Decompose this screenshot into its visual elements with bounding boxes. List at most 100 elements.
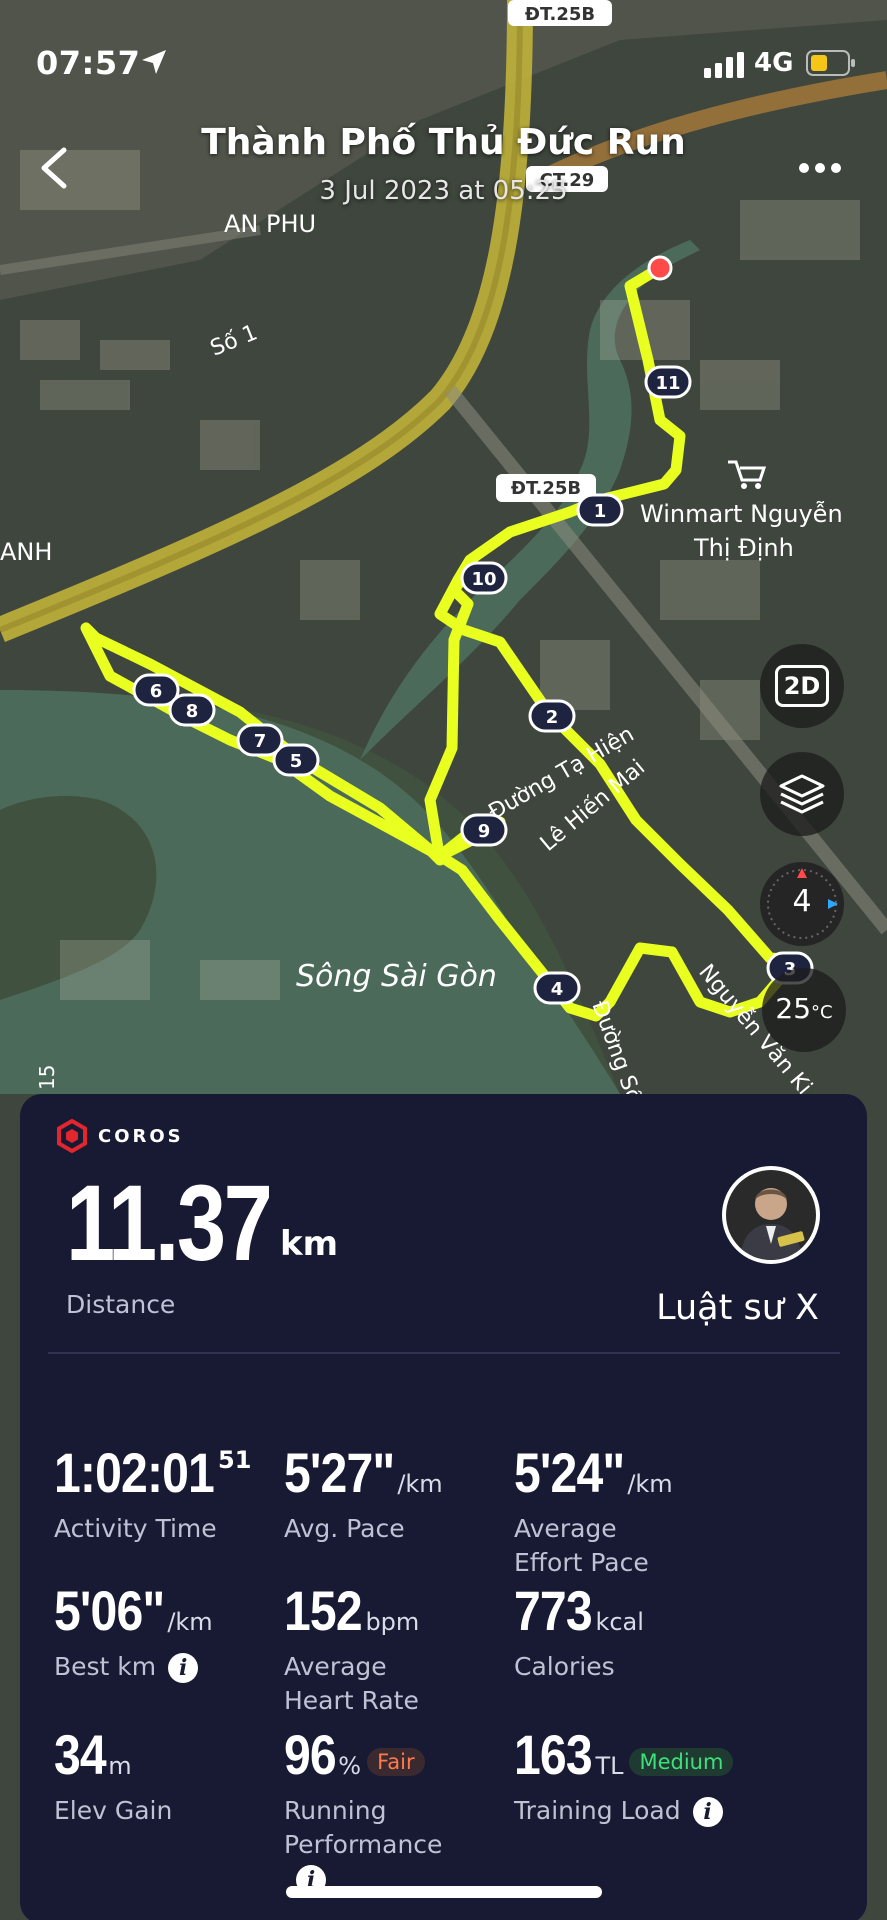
stat-value: 1:02:01 [54,1441,215,1504]
stat-value: 163 [514,1723,593,1786]
stat-average-heart-rate: 152 bpm Average Heart Rate [284,1578,504,1718]
activity-date: 3 Jul 2023 at 05:25 [319,176,568,206]
stat-badge: Fair [367,1747,425,1776]
stat-value-row: 152 bpm [284,1578,504,1644]
brand-logo: COROS [56,1118,206,1154]
stat-value-row: 5'06"/km [54,1578,274,1644]
stat-label: Average Effort Pace [514,1512,684,1580]
stat-value-row: 5'24"/km [514,1440,734,1506]
km-marker-label: 6 [150,681,163,702]
km-marker-label: 10 [471,569,496,590]
km-marker-label: 9 [478,821,491,842]
stat-elev-gain: 34 m Elev Gain [54,1722,274,1828]
view-mode-button[interactable]: 2D [760,644,844,728]
stat-value: 5'27" [284,1441,395,1504]
distance-value: 11.37 [66,1162,273,1283]
km-marker-7: 7 [236,723,284,757]
stat-label: Average Heart Rate [284,1650,454,1718]
stat-unit: kcal [595,1608,644,1636]
activity-stats-card: COROS 11.37 km Distance Luật sư X 1:02:0… [20,1094,867,1920]
stat-value: 5'06" [54,1579,165,1642]
map-label: ANH [0,538,52,566]
stat-avg-pace: 5'27"/km Avg. Pace [284,1440,504,1546]
km-marker-2: 2 [528,699,576,733]
activity-title: Thành Phố Thủ Đức Run [201,122,686,163]
stat-value-row: 773 kcal [514,1578,734,1644]
divider [48,1352,840,1354]
map-label: Sông Sài Gòn [296,959,497,994]
stat-value-row: 163 TL Medium [514,1722,734,1788]
stat-label: Avg. Pace [284,1512,504,1546]
stat-unit: TL [595,1752,624,1780]
stat-best-km: 5'06"/km Best km i [54,1578,274,1684]
map-label: ĐT.25B [511,478,581,499]
stat-label-text: Running Performance [284,1796,443,1859]
map-label: Winmart Nguyễn [640,499,843,528]
stat-label-text: Training Load [514,1796,681,1825]
km-marker-11: 11 [644,365,692,399]
temperature-unit: °C [811,1002,833,1023]
stat-value: 34 [54,1723,107,1786]
coros-logo-icon [57,1119,87,1153]
stat-value-row: 5'27"/km [284,1440,504,1506]
stat-value-row: 96% Fair [284,1722,504,1788]
stat-label-text: Average Heart Rate [284,1652,419,1715]
stat-label-text: Average Effort Pace [514,1514,649,1577]
more-options-button[interactable] [796,158,844,178]
avatar[interactable] [722,1166,820,1264]
stat-value: 152 [284,1579,363,1642]
stat-unit: bpm [365,1608,420,1636]
stat-training-load: 163 TL Medium Training Load i [514,1722,734,1828]
stat-label: Training Load i [514,1794,734,1828]
km-marker-label: 8 [186,701,199,722]
brand-name: COROS [98,1125,184,1147]
weather-badge: 25°C [762,968,846,1052]
stat-value-fraction: 51 [218,1446,252,1474]
layers-icon [779,774,825,814]
location-arrow-icon [142,50,166,74]
home-indicator[interactable] [286,1886,602,1898]
stat-unit: /km [167,1608,213,1636]
temperature-value: 25 [775,992,812,1025]
map-layers-button[interactable] [760,752,844,836]
username: Luật sư X [656,1288,819,1328]
battery-icon [806,50,855,76]
stat-unit: /km [627,1470,673,1498]
compass-button[interactable]: 4 [760,862,844,946]
km-marker-4: 4 [533,971,581,1005]
stat-label-text: Best km [54,1652,157,1681]
stat-label: Running Performancei [284,1794,454,1896]
distance-label: Distance [66,1290,176,1319]
info-icon[interactable]: i [168,1653,199,1683]
km-marker-label: 11 [655,373,680,394]
km-marker-9: 9 [460,813,508,847]
stat-unit: m [108,1752,132,1780]
stat-value: 96 [284,1723,337,1786]
route-end-marker [647,255,673,281]
stat-label: Elev Gain [54,1794,274,1828]
stat-label: Best km i [54,1650,274,1684]
stat-running-performance: 96% Fair Running Performancei [284,1722,504,1896]
stat-calories: 773 kcal Calories [514,1578,734,1684]
stat-average-effort-pace: 5'24"/km Average Effort Pace [514,1440,734,1580]
stat-label-text: Avg. Pace [284,1514,405,1543]
info-icon[interactable]: i [692,1797,723,1827]
km-marker-label: 1 [594,501,607,522]
km-marker-1: 1 [576,493,624,527]
km-marker-label: 4 [551,979,564,1000]
view-mode-label: 2D [774,665,830,707]
user-portrait-image [726,1170,816,1260]
cellular-signal-icon [704,52,744,78]
compass-value: 4 [792,884,812,919]
stat-activity-time: 1:02:01 51 Activity Time [54,1440,274,1546]
km-marker-8: 8 [168,693,216,727]
stat-label: Calories [514,1650,734,1684]
stat-value-row: 34 m [54,1722,274,1788]
stat-label: Activity Time [54,1512,274,1546]
km-marker-label: 2 [546,707,559,728]
km-marker-5: 5 [272,743,320,777]
km-marker-6: 6 [132,673,180,707]
stat-unit: % [338,1752,362,1780]
stat-label-text: Elev Gain [54,1796,173,1825]
stat-value-row: 1:02:01 51 [54,1440,274,1506]
